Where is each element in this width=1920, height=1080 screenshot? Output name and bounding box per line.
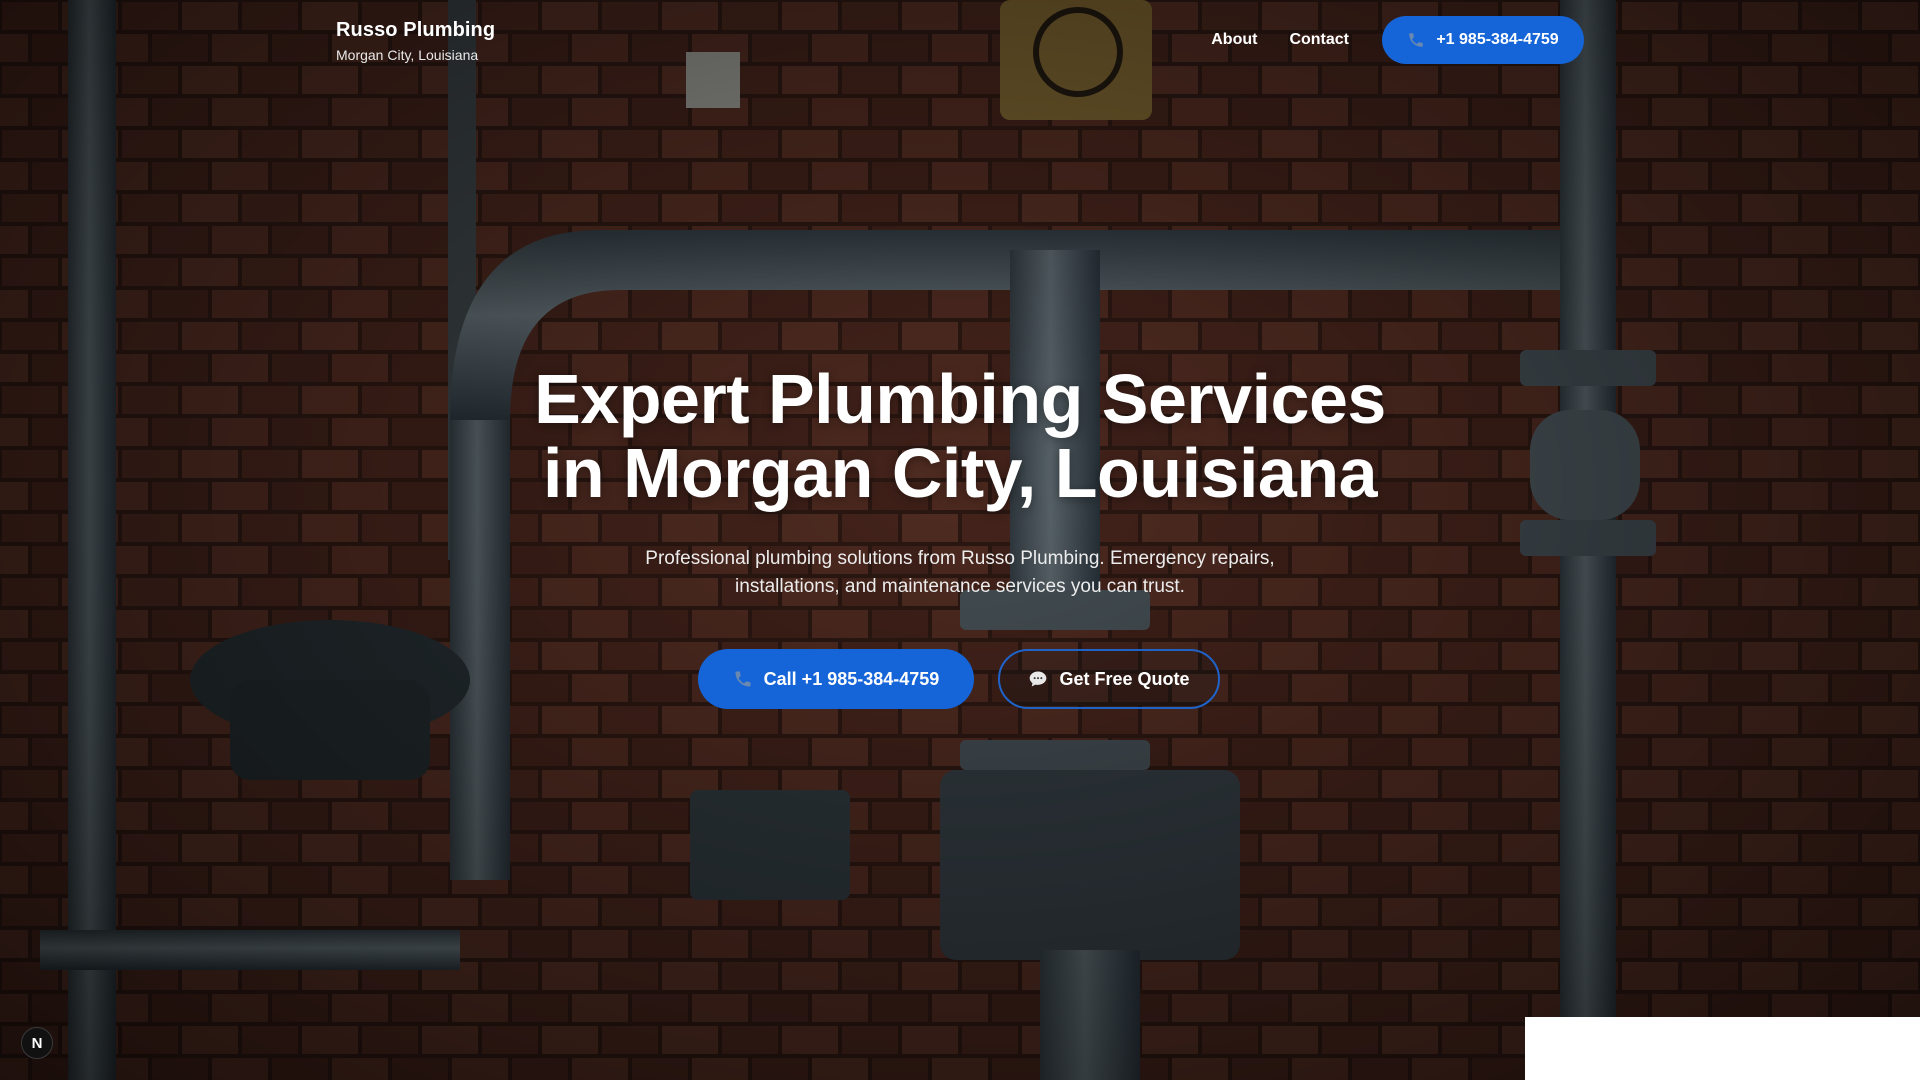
hero-title-line-2: in Morgan City, Louisiana [542,434,1378,512]
brand-location: Morgan City, Louisiana [336,47,479,63]
hero-background-image [0,0,1920,1080]
brand[interactable]: Russo Plumbing Morgan City, Louisiana [336,18,495,64]
dev-tools-badge[interactable]: N [21,1027,53,1059]
brand-name[interactable]: Russo Plumbing [336,18,495,42]
hero-subtitle: Professional plumbing solutions from Rus… [0,545,1920,601]
header-phone-button[interactable]: +1 985-384-4759 [1382,16,1584,64]
site-header: Russo Plumbing Morgan City, Louisiana Ab… [0,0,1920,80]
phone-icon [1407,31,1425,49]
hero-cta-group: Call +1 985-384-4759 Get Free Quote [698,649,1220,709]
get-free-quote-button[interactable]: Get Free Quote [998,649,1220,709]
nav-link-about[interactable]: About [1211,31,1257,49]
phone-icon [733,669,753,689]
hero-title-line-1: Expert Plumbing Services [534,360,1386,438]
main-nav: About Contact +1 985-384-4759 [1211,16,1584,64]
hero-title: Expert Plumbing Services in Morgan City,… [0,362,1920,510]
header-phone-label: +1 985-384-4759 [1436,31,1559,48]
call-button[interactable]: Call +1 985-384-4759 [698,649,974,709]
get-free-quote-label: Get Free Quote [1059,668,1190,689]
nav-link-contact[interactable]: Contact [1289,31,1349,49]
overlay-panel [1525,1017,1920,1080]
call-button-label: Call +1 985-384-4759 [763,668,940,689]
chat-bubble-icon [1028,669,1048,689]
hero-subtitle-line-2: installations, and maintenance services … [735,576,1185,597]
hero-subtitle-line-1: Professional plumbing solutions from Rus… [645,548,1275,569]
